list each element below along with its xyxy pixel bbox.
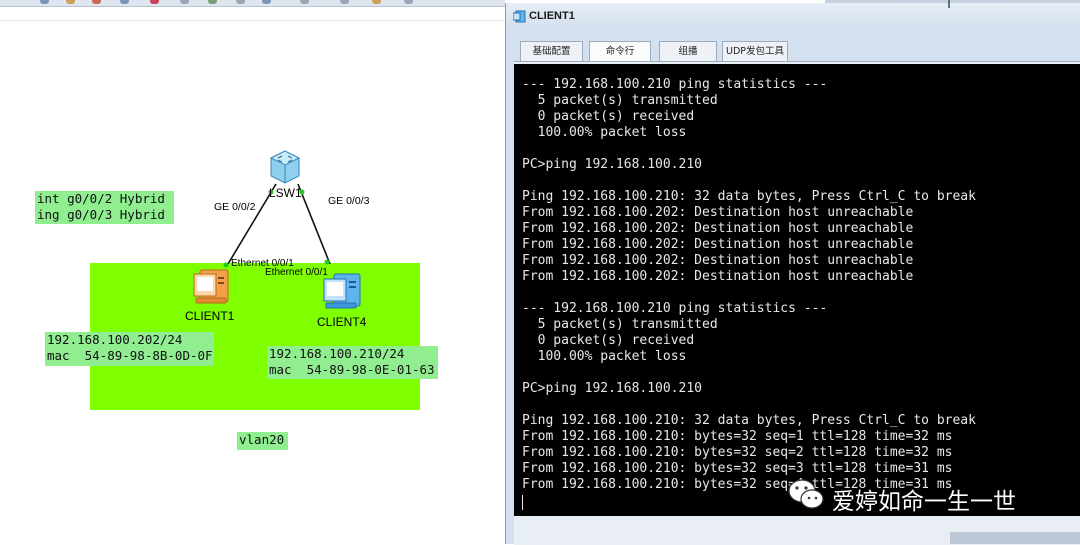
client1-info-note[interactable]: 192.168.100.202/24 mac 54-89-98-8B-0D-0F xyxy=(45,332,214,366)
client4-info-note[interactable]: 192.168.100.210/24 mac 54-89-98-0E-01-63 xyxy=(267,346,438,379)
switch-label: LSW1 xyxy=(269,186,302,200)
client4-device[interactable] xyxy=(320,270,364,312)
client-computer-icon xyxy=(193,269,229,304)
window-bottom-frame xyxy=(950,532,1080,544)
tab-command-line[interactable]: 命令行 xyxy=(589,41,651,61)
port-indicator xyxy=(324,259,330,265)
text-cursor xyxy=(522,495,523,510)
window-frame-separator xyxy=(948,0,950,8)
window-title: CLIENT1 xyxy=(529,10,575,22)
switch-lsw1[interactable] xyxy=(266,148,304,184)
tab-basic-config[interactable]: 基础配置 xyxy=(520,41,583,61)
switch-icon xyxy=(269,150,301,184)
topology-links xyxy=(223,183,331,268)
link-lsw1-client4 xyxy=(297,183,331,265)
terminal-output: --- 192.168.100.210 ping statistics --- … xyxy=(522,77,976,492)
client1-device[interactable] xyxy=(190,265,234,307)
window-titlebar[interactable]: CLIENT1 xyxy=(506,3,1080,29)
client-app-icon xyxy=(513,10,526,23)
tab-udp-tool[interactable]: UDP发包工具 xyxy=(722,41,788,61)
window-frame-edge xyxy=(825,0,1080,3)
client4-label: CLIENT4 xyxy=(317,315,367,329)
port-config-note[interactable]: int g0/0/2 Hybrid ing g0/0/3 Hybrid xyxy=(35,191,174,224)
port-label-right: GE 0/0/3 xyxy=(328,195,370,207)
command-line-terminal[interactable]: --- 192.168.100.210 ping statistics --- … xyxy=(514,64,1080,516)
watermark: 爱婷如命一生一世 xyxy=(785,474,1016,516)
wechat-icon xyxy=(788,479,824,509)
client-computer-icon xyxy=(323,273,361,309)
client4-port-label: Ethernet 0/0/1 xyxy=(265,267,328,278)
watermark-text: 爱婷如命一生一世 xyxy=(832,489,1016,515)
port-label-left: GE 0/0/2 xyxy=(214,201,256,213)
client1-label: CLIENT1 xyxy=(185,309,235,323)
tab-multicast[interactable]: 组播 xyxy=(659,41,717,61)
vlan-label-note[interactable]: vlan20 xyxy=(237,432,288,450)
